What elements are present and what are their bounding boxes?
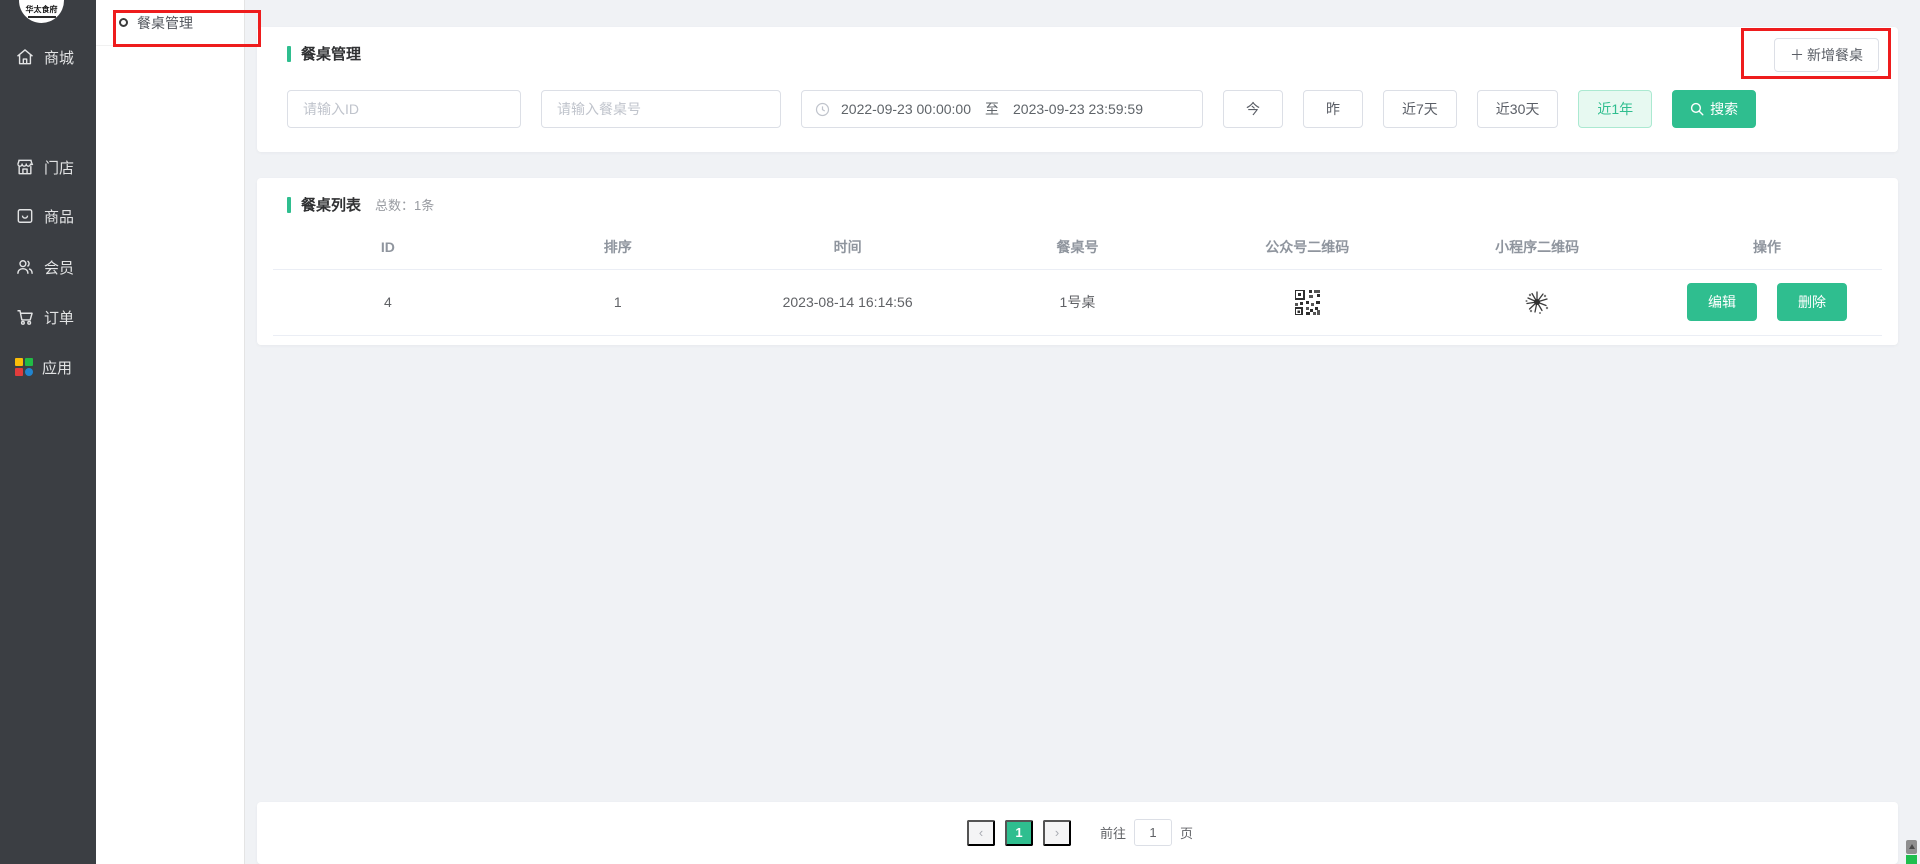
clock-icon <box>815 102 830 117</box>
sidebar-item-label: 商城 <box>44 47 74 68</box>
official-account-qr-code <box>1192 290 1422 315</box>
column-header-official-qr: 公众号二维码 <box>1192 225 1422 269</box>
page-number-input[interactable] <box>1134 819 1172 846</box>
cell-sort: 1 <box>503 269 733 335</box>
sidebar-item-goods[interactable]: 商品 <box>0 196 96 236</box>
scrollbar-thumb[interactable] <box>1906 840 1917 854</box>
pagination-card: ‹ 1 › 前往 页 <box>257 802 1898 864</box>
submenu-item-table-management[interactable]: 餐桌管理 <box>96 0 244 46</box>
add-table-button-label: 新增餐桌 <box>1807 45 1863 65</box>
sidebar-item-label: 商品 <box>44 206 74 227</box>
quick-filter-7days-button[interactable]: 近7天 <box>1383 90 1457 128</box>
table-number-input[interactable] <box>541 90 781 128</box>
scrollbar-end-marker <box>1906 855 1917 864</box>
column-header-id: ID <box>273 225 503 269</box>
table-list-card: 餐桌列表 总数：1条 ID 排序 时间 餐桌号 公众号二维码 小程序二维码 操作… <box>257 178 1898 345</box>
date-separator: 至 <box>985 99 999 119</box>
sidebar-item-store[interactable]: 门店 <box>0 147 96 187</box>
edit-button[interactable]: 编辑 <box>1687 283 1757 321</box>
row-actions: 编辑 删除 <box>1652 283 1882 321</box>
date-range-picker[interactable]: 2022-09-23 00:00:00 至 2023-09-23 23:59:5… <box>801 90 1203 128</box>
list-title: 餐桌列表 <box>301 194 361 215</box>
list-section-header: 餐桌列表 总数：1条 <box>257 178 1898 215</box>
table-header-row: ID 排序 时间 餐桌号 公众号二维码 小程序二维码 操作 <box>273 225 1882 269</box>
secondary-sidebar: 餐桌管理 <box>96 0 245 864</box>
app-logo-subtitle-line <box>28 16 56 18</box>
column-header-time: 时间 <box>733 225 963 269</box>
section-accent-bar <box>287 197 291 213</box>
tables-data-table: ID 排序 时间 餐桌号 公众号二维码 小程序二维码 操作 4 1 2023-0… <box>273 225 1882 336</box>
primary-sidebar: 华太食府 商城 门店 商品 会员 订单 应用 <box>0 0 96 864</box>
filter-row: 2022-09-23 00:00:00 至 2023-09-23 23:59:5… <box>287 90 1756 128</box>
quick-filter-1year-button[interactable]: 近1年 <box>1578 90 1652 128</box>
column-header-miniprogram-qr: 小程序二维码 <box>1422 225 1652 269</box>
plus-icon: ＋ <box>1790 45 1804 65</box>
home-icon <box>15 47 35 67</box>
column-header-sort: 排序 <box>503 225 733 269</box>
page-unit-label: 页 <box>1180 823 1193 842</box>
quick-filter-today-button[interactable]: 今 <box>1223 90 1283 128</box>
sidebar-item-label: 门店 <box>44 157 74 178</box>
search-button-label: 搜索 <box>1710 99 1738 119</box>
sidebar-item-label: 订单 <box>44 307 74 328</box>
pagination: ‹ 1 › 前往 页 <box>257 802 1898 846</box>
delete-button[interactable]: 删除 <box>1777 283 1847 321</box>
sidebar-item-orders[interactable]: 订单 <box>0 297 96 337</box>
sidebar-item-members[interactable]: 会员 <box>0 247 96 287</box>
search-icon <box>1690 102 1704 116</box>
miniprogram-qr-code <box>1422 288 1652 316</box>
column-header-actions: 操作 <box>1652 225 1882 269</box>
radio-circle-icon <box>119 18 128 27</box>
storefront-icon <box>15 157 35 177</box>
quick-filter-30days-button[interactable]: 近30天 <box>1477 90 1559 128</box>
filter-section-header: 餐桌管理 <box>257 27 1898 64</box>
column-header-table-no: 餐桌号 <box>963 225 1193 269</box>
page-title: 餐桌管理 <box>301 43 361 64</box>
scrollbar-widget <box>1906 840 1917 864</box>
goods-icon <box>15 206 35 226</box>
sidebar-item-label: 会员 <box>44 257 74 278</box>
cell-id: 4 <box>273 269 503 335</box>
cell-time: 2023-08-14 16:14:56 <box>733 269 963 335</box>
filter-card: 餐桌管理 2022-09-23 00:00:00 至 2023-09-23 23… <box>257 27 1898 152</box>
date-end-value: 2023-09-23 23:59:59 <box>1013 101 1143 117</box>
members-icon <box>15 257 35 277</box>
date-start-value: 2022-09-23 00:00:00 <box>841 101 971 117</box>
sidebar-item-label: 应用 <box>42 357 72 378</box>
sidebar-item-apps[interactable]: 应用 <box>0 347 96 387</box>
quick-filter-yesterday-button[interactable]: 昨 <box>1303 90 1363 128</box>
prev-page-button[interactable]: ‹ <box>967 820 995 846</box>
sidebar-item-mall[interactable]: 商城 <box>0 37 96 77</box>
app-logo: 华太食府 <box>19 0 64 23</box>
add-table-button[interactable]: ＋ 新增餐桌 <box>1774 38 1879 72</box>
search-button[interactable]: 搜索 <box>1672 90 1756 128</box>
table-row: 4 1 2023-08-14 16:14:56 1号桌 <box>273 269 1882 335</box>
submenu-item-label: 餐桌管理 <box>137 13 193 33</box>
section-accent-bar <box>287 46 291 62</box>
cart-icon <box>15 307 35 327</box>
page-1-button[interactable]: 1 <box>1005 820 1033 846</box>
id-input[interactable] <box>287 90 521 128</box>
goto-label: 前往 <box>1100 823 1126 842</box>
total-count-label: 总数：1条 <box>375 195 434 214</box>
app-logo-text: 华太食府 <box>26 6 58 14</box>
cell-table-no: 1号桌 <box>963 269 1193 335</box>
next-page-button[interactable]: › <box>1043 820 1071 846</box>
apps-grid-icon <box>15 358 33 376</box>
